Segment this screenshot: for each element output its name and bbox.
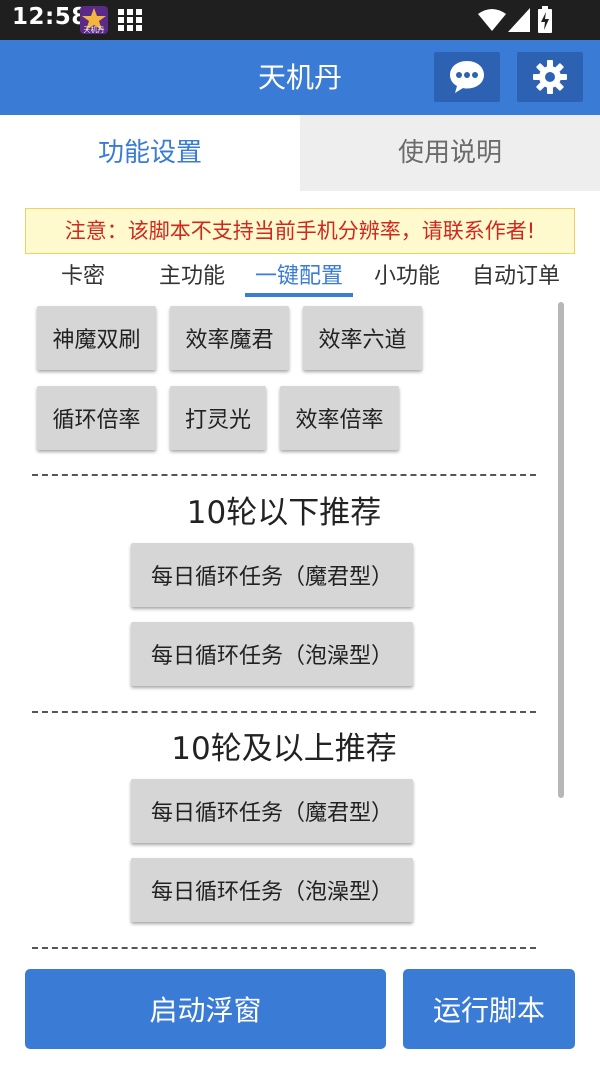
gear-icon bbox=[533, 60, 567, 94]
status-time: 12:58 bbox=[12, 4, 88, 30]
divider bbox=[32, 474, 536, 476]
subtab-small-functions[interactable]: 小功能 bbox=[370, 258, 444, 296]
subtab-one-key-config[interactable]: 一键配置 bbox=[249, 258, 349, 296]
app-icon: 天机丹 bbox=[80, 6, 108, 34]
app-icon-label: 天机丹 bbox=[84, 25, 105, 34]
divider bbox=[32, 711, 536, 713]
config-button-efficiency-liudao[interactable]: 效率六道 bbox=[303, 306, 422, 370]
tab-usage-instructions[interactable]: 使用说明 bbox=[300, 115, 600, 191]
divider bbox=[32, 947, 536, 949]
subtab-main-function[interactable]: 主功能 bbox=[155, 258, 229, 296]
active-subtab-indicator bbox=[245, 293, 353, 297]
config-button-hit-lingguang[interactable]: 打灵光 bbox=[170, 386, 266, 450]
config-button-loop-multiplier[interactable]: 循环倍率 bbox=[37, 386, 156, 450]
start-float-window-button[interactable]: 启动浮窗 bbox=[25, 969, 386, 1049]
daily-loop-mojun-button[interactable]: 每日循环任务（魔君型） bbox=[131, 779, 413, 843]
config-button-efficiency-multiplier[interactable]: 效率倍率 bbox=[280, 386, 399, 450]
app-bar: 天机丹 bbox=[0, 40, 600, 115]
daily-loop-paozao-button[interactable]: 每日循环任务（泡澡型） bbox=[131, 622, 413, 686]
section-title-10-plus: 10轮及以上推荐 bbox=[171, 731, 397, 767]
grid-icon bbox=[118, 9, 142, 31]
wifi-icon bbox=[478, 9, 506, 31]
subtab-auto-order[interactable]: 自动订单 bbox=[468, 258, 564, 296]
settings-button[interactable] bbox=[517, 52, 583, 102]
config-button-shenmo-double[interactable]: 神魔双刷 bbox=[37, 306, 156, 370]
config-button-efficiency-mojun[interactable]: 效率魔君 bbox=[170, 306, 289, 370]
scrollbar[interactable] bbox=[558, 302, 564, 798]
status-bar: 12:58 天机丹 bbox=[0, 0, 600, 40]
chat-icon bbox=[450, 61, 484, 93]
top-tabs: 功能设置 使用说明 bbox=[0, 115, 600, 191]
run-script-button[interactable]: 运行脚本 bbox=[403, 969, 575, 1049]
battery-charging-icon bbox=[538, 6, 552, 33]
section-title-under-10: 10轮以下推荐 bbox=[186, 495, 382, 531]
daily-loop-paozao-button[interactable]: 每日循环任务（泡澡型） bbox=[131, 858, 413, 922]
subtab-card-key[interactable]: 卡密 bbox=[55, 258, 111, 296]
signal-icon bbox=[508, 8, 530, 32]
tab-function-settings[interactable]: 功能设置 bbox=[0, 115, 300, 191]
daily-loop-mojun-button[interactable]: 每日循环任务（魔君型） bbox=[131, 543, 413, 607]
resolution-warning: 注意：该脚本不支持当前手机分辨率，请联系作者! bbox=[25, 208, 575, 254]
chat-button[interactable] bbox=[434, 52, 500, 102]
app-title: 天机丹 bbox=[257, 61, 342, 94]
